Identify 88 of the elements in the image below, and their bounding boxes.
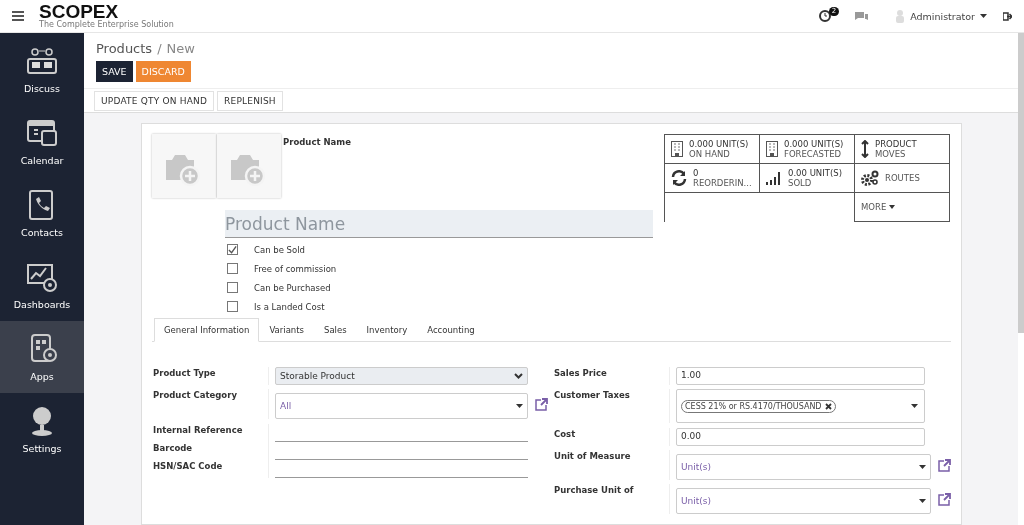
field-label: Purchase Unit of — [554, 484, 635, 495]
field-label: Unit of Measure — [554, 450, 632, 461]
smart-button[interactable]: 0.000 UNIT(S) FORECASTED — [760, 135, 855, 164]
stat-value: PRODUCT — [875, 139, 917, 149]
caret-icon — [516, 404, 523, 408]
dropdown[interactable]: Storable Product — [275, 367, 528, 385]
sidebar-item[interactable]: Settings — [0, 393, 84, 465]
field-label: Internal Reference — [153, 424, 244, 435]
vertical-arrows-icon — [861, 140, 869, 158]
action-button[interactable]: REPLENISH — [217, 91, 283, 111]
field-label: HSN/SAC Code — [153, 460, 224, 471]
checkbox-label: Can be Purchased — [254, 282, 331, 293]
stat-label: REORDERIN... — [693, 178, 752, 188]
breadcrumb-current: New — [166, 41, 195, 56]
save-button[interactable]: SAVE — [96, 61, 133, 82]
refresh-icon — [671, 170, 687, 186]
tab[interactable]: Accounting — [417, 318, 485, 342]
checkbox[interactable] — [227, 263, 238, 274]
tab[interactable]: General Information — [154, 318, 260, 342]
smart-button[interactable]: 0.00 UNIT(S) SOLD — [760, 164, 855, 193]
dropdown[interactable]: Unit(s) — [676, 488, 931, 514]
tab[interactable]: Sales — [314, 318, 357, 342]
more-button[interactable]: MORE — [854, 193, 950, 222]
building-icon — [766, 141, 778, 157]
sidebar-item[interactable]: Dashboards — [0, 249, 84, 321]
gears-icon — [861, 170, 879, 186]
checkbox-label: Is a Landed Cost — [254, 301, 325, 312]
field-label: Product Type — [153, 367, 217, 378]
caret-icon — [919, 499, 926, 503]
checkbox[interactable] — [227, 282, 238, 293]
checkbox-label: Free of commission — [254, 263, 337, 274]
smart-button[interactable]: ROUTES — [855, 164, 950, 193]
chat-icon[interactable] — [855, 11, 869, 21]
signal-bars-icon — [766, 171, 782, 185]
action-button[interactable]: UPDATE QTY ON HAND — [94, 91, 215, 111]
checkbox[interactable] — [227, 301, 238, 312]
input-field[interactable]: 1.00 — [676, 367, 925, 385]
dropdown[interactable]: All — [275, 393, 528, 419]
caret-icon — [919, 465, 926, 469]
field-label: Barcode — [153, 442, 194, 453]
stat-label: MOVES — [875, 149, 907, 159]
tab[interactable]: Inventory — [356, 318, 418, 342]
stat-label: ROUTES — [885, 173, 920, 183]
smart-button[interactable]: 0.000 UNIT(S) ON HAND — [665, 135, 760, 164]
sidebar-item[interactable]: Discuss — [0, 33, 84, 105]
field-label: Product Category — [153, 389, 238, 400]
stat-label: FORECASTED — [784, 149, 843, 159]
stat-value: 0.000 UNIT(S) — [784, 139, 844, 149]
logo: SCOPEX — [39, 3, 119, 20]
caret-icon — [980, 14, 987, 18]
stat-value: 0 — [693, 168, 700, 178]
dropdown[interactable]: Unit(s) — [676, 454, 931, 480]
user-menu[interactable]: Administrator — [910, 10, 987, 22]
stat-value: 0.00 UNIT(S) — [788, 168, 842, 178]
scrollbar[interactable] — [1018, 33, 1024, 333]
external-link-icon[interactable] — [938, 458, 951, 472]
external-link-icon[interactable] — [938, 492, 951, 506]
menu-icon[interactable] — [12, 11, 24, 21]
breadcrumb-link[interactable]: Products — [96, 41, 153, 56]
field-label: Product Name — [283, 137, 351, 147]
stat-value: 0.000 UNIT(S) — [689, 139, 749, 149]
checkbox-label: Can be Sold — [254, 244, 305, 255]
field-label: Cost — [554, 428, 577, 439]
sidebar-item[interactable]: Calendar — [0, 105, 84, 177]
tab[interactable]: Variants — [259, 318, 314, 342]
caret-icon — [911, 404, 918, 408]
clock-icon[interactable] — [818, 10, 831, 22]
input-field[interactable]: 0.00 — [676, 428, 925, 446]
sidebar-item[interactable]: Contacts — [0, 177, 84, 249]
field-label: Customer Taxes — [554, 389, 631, 400]
stat-label: SOLD — [788, 178, 813, 188]
product-name-field[interactable]: Product Name — [225, 210, 653, 238]
sidebar-item[interactable]: Apps — [0, 321, 84, 393]
field-label: Sales Price — [554, 367, 608, 378]
checkbox[interactable] — [227, 244, 238, 255]
tags-field[interactable]: CESS 21% or RS.4170/THOUSAND — [676, 389, 925, 423]
stat-label: ON HAND — [689, 149, 731, 159]
caret-icon — [889, 205, 896, 209]
breadcrumb-separator: / — [157, 41, 162, 56]
smart-button[interactable]: 0 REORDERIN... — [665, 164, 760, 193]
external-link-icon[interactable] — [535, 397, 548, 411]
building-icon — [671, 141, 683, 157]
logo-tagline: The Complete Enterprise Solution — [39, 20, 174, 29]
chevron-down-icon — [514, 373, 523, 379]
smart-button[interactable]: PRODUCT MOVES — [855, 135, 950, 164]
user-avatar-icon — [896, 9, 905, 23]
logout-icon[interactable] — [1003, 11, 1012, 21]
close-icon[interactable] — [824, 402, 832, 410]
